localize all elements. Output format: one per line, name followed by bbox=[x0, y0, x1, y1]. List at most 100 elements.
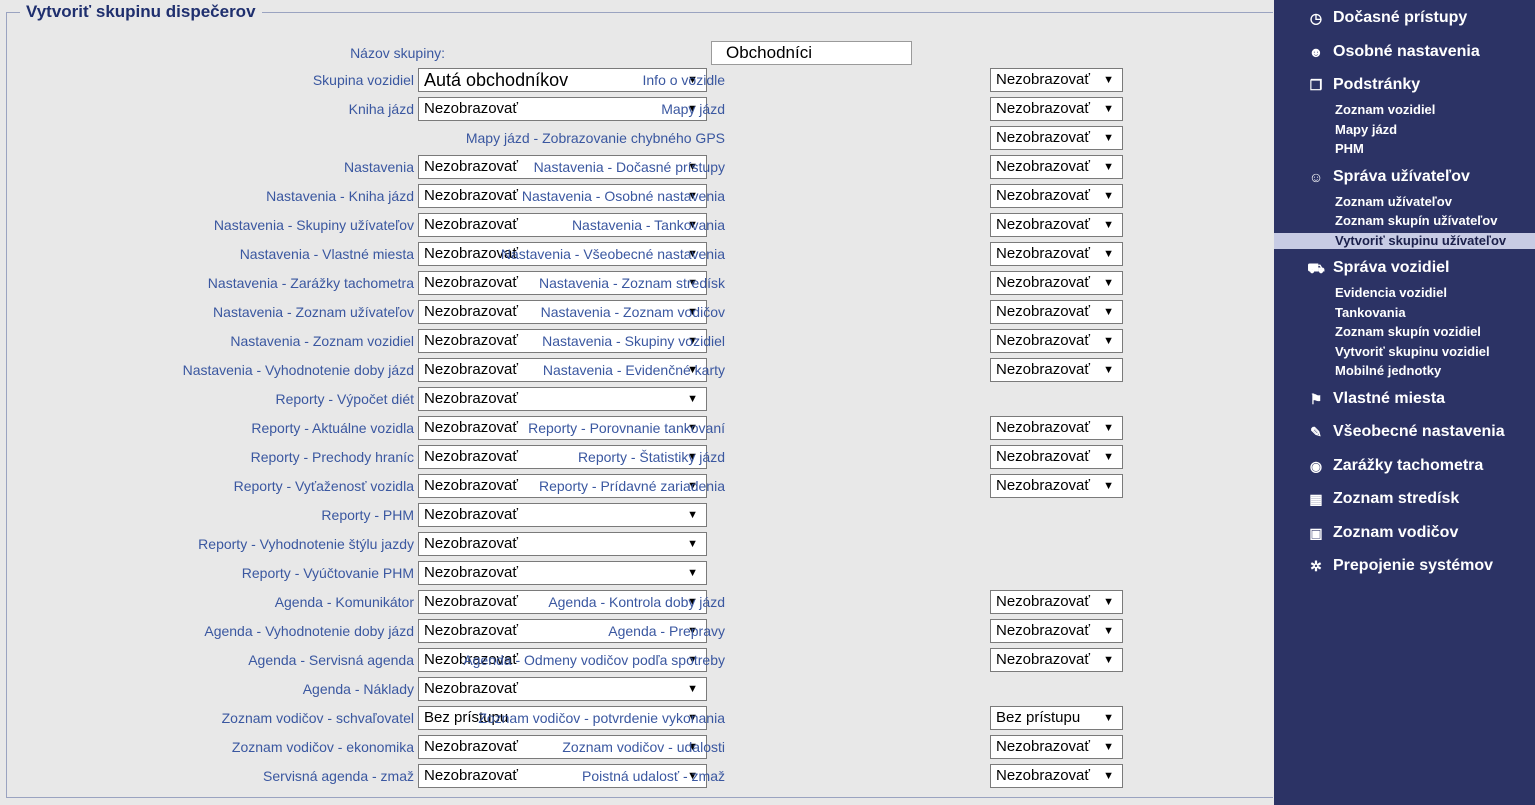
sidebar-subitem-mobilne-jednotky[interactable]: Mobilné jednotky bbox=[1335, 363, 1441, 379]
dropdown-arrow-icon: ▼ bbox=[1103, 451, 1114, 463]
select-value: Nezobrazovať bbox=[996, 622, 1091, 639]
select-zoznam-vodicov-udalosti[interactable]: Nezobrazovať ▼ bbox=[990, 735, 1123, 759]
label-zoznam-vodicov-ekonomika: Zoznam vodičov - ekonomika bbox=[231, 739, 414, 755]
sidebar-item-label: Zarážky tachometra bbox=[1333, 456, 1484, 474]
sidebar-subitem-zoznam-uzivatelov[interactable]: Zoznam užívateľov bbox=[1335, 194, 1452, 210]
label-nastavenia-evidencne-karty: Nastavenia - Evidenčné karty bbox=[542, 362, 725, 378]
select-value: Nezobrazovať bbox=[996, 158, 1091, 175]
label-zoznam-vodicov-potvrdenie-vykonania: Zoznam vodičov - potvrdenie vykonania bbox=[478, 710, 725, 726]
dropdown-arrow-icon: ▼ bbox=[687, 567, 698, 579]
select-value: Nezobrazovať bbox=[996, 651, 1091, 668]
label-mapy-jazd: Mapy jázd bbox=[661, 101, 725, 117]
dropdown-arrow-icon: ▼ bbox=[1103, 335, 1114, 347]
sidebar-subitem-evidencia-vozidiel[interactable]: Evidencia vozidiel bbox=[1335, 285, 1447, 301]
select-value: Nezobrazovať bbox=[996, 245, 1091, 262]
dropdown-arrow-icon: ▼ bbox=[1103, 596, 1114, 608]
select-value: Nezobrazovať bbox=[996, 216, 1091, 233]
sidebar-item-label: Všeobecné nastavenia bbox=[1333, 423, 1505, 440]
select-mapy-jazd[interactable]: Nezobrazovať ▼ bbox=[990, 97, 1123, 121]
select-reporty-pridavne-zariadenia[interactable]: Nezobrazovať ▼ bbox=[990, 474, 1123, 498]
flag-icon: ⚑ bbox=[1309, 390, 1323, 407]
select-nastavenia-docasne-pristupy[interactable]: Nezobrazovať ▼ bbox=[990, 155, 1123, 179]
dropdown-arrow-icon: ▼ bbox=[1103, 770, 1114, 782]
label-reporty-vypocet-diet: Reporty - Výpočet diét bbox=[275, 391, 414, 407]
select-reporty-phm[interactable]: Nezobrazovať ▼ bbox=[418, 503, 707, 527]
select-reporty-vyuctovanie-phm[interactable]: Nezobrazovať ▼ bbox=[418, 561, 707, 585]
label-kniha-jazd: Kniha jázd bbox=[348, 101, 414, 117]
select-nastavenia-vseobecne-nastavenia[interactable]: Nezobrazovať ▼ bbox=[990, 242, 1123, 266]
sidebar-subitem-zoznam-vozidiel[interactable]: Zoznam vozidiel bbox=[1335, 102, 1435, 118]
sidebar-item-label: Správa užívateľov bbox=[1333, 167, 1470, 185]
select-agenda-prepravy[interactable]: Nezobrazovať ▼ bbox=[990, 619, 1123, 643]
select-value: Nezobrazovať bbox=[424, 448, 519, 465]
users-icon: ☺ bbox=[1308, 168, 1324, 185]
select-zoznam-vodicov-potvrdenie-vykonania[interactable]: Bez prístupu ▼ bbox=[990, 706, 1123, 730]
sidebar-subitem-vytvorit-skupinu-uzivatelov[interactable]: Vytvoriť skupinu užívateľov bbox=[1274, 232, 1535, 249]
select-value: Nezobrazovať bbox=[424, 535, 519, 552]
select-value: Nezobrazovať bbox=[424, 390, 519, 407]
select-nastavenia-tankovania[interactable]: Nezobrazovať ▼ bbox=[990, 213, 1123, 237]
sidebar-item-sprava-vozidiel[interactable]: ⛟ Správa vozidiel bbox=[1307, 258, 1449, 278]
select-nastavenia-zoznam-stredisk[interactable]: Nezobrazovať ▼ bbox=[990, 271, 1123, 295]
dropdown-arrow-icon: ▼ bbox=[1103, 103, 1114, 115]
select-reporty-porovnanie-tankovani[interactable]: Nezobrazovať ▼ bbox=[990, 416, 1123, 440]
dropdown-arrow-icon: ▼ bbox=[1103, 161, 1114, 173]
sidebar-item-osobne-nastavenia[interactable]: ☻ Osobné nastavenia bbox=[1309, 42, 1480, 62]
sidebar-item-vlastne-miesta[interactable]: ⚑ Vlastné miesta bbox=[1310, 389, 1445, 409]
label-nastavenia-skupiny-uzivatelov: Nastavenia - Skupiny užívateľov bbox=[213, 217, 414, 233]
select-reporty-vypocet-diet[interactable]: Nezobrazovať ▼ bbox=[418, 387, 707, 411]
sidebar-item-zoznam-stredisk[interactable]: ▦ Zoznam stredísk bbox=[1309, 489, 1460, 509]
select-reporty-vyhodnotenie-stylu-jazdy[interactable]: Nezobrazovať ▼ bbox=[418, 532, 707, 556]
select-nastavenia-zoznam-vodicov[interactable]: Nezobrazovať ▼ bbox=[990, 300, 1123, 324]
select-poistna-udalost-zmaz[interactable]: Nezobrazovať ▼ bbox=[990, 764, 1123, 788]
sidebar-subitem-vytvorit-skupinu-vozidiel[interactable]: Vytvoriť skupinu vozidiel bbox=[1335, 344, 1490, 360]
sidebar-subitem-zoznam-skupin-uzivatelov[interactable]: Zoznam skupín užívateľov bbox=[1335, 213, 1497, 229]
label-nastavenia-zoznam-stredisk: Nastavenia - Zoznam stredísk bbox=[539, 275, 725, 291]
sidebar-item-label: Dočasné prístupy bbox=[1333, 9, 1468, 26]
sidebar-item-zoznam-vodicov[interactable]: ▣ Zoznam vodičov bbox=[1309, 523, 1458, 543]
sidebar-subitem-tankovania[interactable]: Tankovania bbox=[1335, 305, 1406, 321]
select-agenda-kontrola-doby-jazd[interactable]: Nezobrazovať ▼ bbox=[990, 590, 1123, 614]
select-value: Nezobrazovať bbox=[996, 274, 1091, 291]
dropdown-arrow-icon: ▼ bbox=[1103, 277, 1114, 289]
select-nastavenia-osobne-nastavenia[interactable]: Nezobrazovať ▼ bbox=[990, 184, 1123, 208]
select-nastavenia-evidencne-karty[interactable]: Nezobrazovať ▼ bbox=[990, 358, 1123, 382]
sidebar-item-prepojenie-systemov[interactable]: ✲ Prepojenie systémov bbox=[1310, 556, 1494, 576]
label-nastavenia-zarazky-tachometra: Nastavenia - Zarážky tachometra bbox=[207, 275, 414, 291]
label-agenda-prepravy: Agenda - Prepravy bbox=[608, 623, 725, 639]
sidebar-item-docasne-pristupy[interactable]: ◷ Dočasné prístupy bbox=[1310, 8, 1468, 28]
sidebar-item-label: Podstránky bbox=[1333, 76, 1421, 93]
label-reporty-vyuctovanie-phm: Reporty - Vyúčtovanie PHM bbox=[241, 565, 414, 581]
select-mapy-jazd-zobrazovanie-chybneho-gps[interactable]: Nezobrazovať ▼ bbox=[990, 126, 1123, 150]
sidebar-item-label: Zoznam stredísk bbox=[1333, 490, 1460, 507]
label-nastavenia-tankovania: Nastavenia - Tankovania bbox=[571, 217, 725, 233]
select-agenda-odmeny-vodicov-podla-spotreby[interactable]: Nezobrazovať ▼ bbox=[990, 648, 1123, 672]
sidebar-nav: ◷ Dočasné prístupy ☻ Osobné nastavenia ❐ Pods… bbox=[1274, 0, 1535, 805]
label-agenda-servisna-agenda: Agenda - Servisná agenda bbox=[248, 652, 414, 668]
select-agenda-naklady[interactable]: Nezobrazovať ▼ bbox=[418, 677, 707, 701]
select-reporty-statistiky-jazd[interactable]: Nezobrazovať ▼ bbox=[990, 445, 1123, 469]
sidebar-item-podstranky[interactable]: ❐ Podstránky bbox=[1310, 75, 1421, 95]
sidebar-item-zarazky-tachometra[interactable]: ◉ Zarážky tachometra bbox=[1310, 456, 1484, 476]
select-value: Nezobrazovať bbox=[424, 158, 519, 175]
label-nastavenia-skupiny-vozidiel: Nastavenia - Skupiny vozidiel bbox=[542, 333, 725, 349]
select-info-o-vozidle[interactable]: Nezobrazovať ▼ bbox=[990, 68, 1123, 92]
dropdown-arrow-icon: ▼ bbox=[687, 509, 698, 521]
sidebar-subitem-zoznam-skupin-vozidiel[interactable]: Zoznam skupín vozidiel bbox=[1335, 324, 1481, 340]
group-name-input[interactable]: Obchodníci bbox=[711, 41, 912, 65]
dropdown-arrow-icon: ▼ bbox=[1103, 74, 1114, 86]
select-value: Nezobrazovať bbox=[996, 419, 1091, 436]
select-nastavenia-skupiny-vozidiel[interactable]: Nezobrazovať ▼ bbox=[990, 329, 1123, 353]
select-value: Nezobrazovať bbox=[996, 303, 1091, 320]
select-value: Nezobrazovať bbox=[424, 303, 519, 320]
car-icon: ⛟ bbox=[1307, 260, 1325, 276]
sidebar-item-vseobecne-nastavenia[interactable]: ✎ Všeobecné nastavenia bbox=[1310, 422, 1505, 442]
sidebar-subitem-phm[interactable]: PHM bbox=[1335, 141, 1364, 157]
sidebar-item-sprava-uzivatelov[interactable]: ☺ Správa užívateľov bbox=[1309, 167, 1470, 187]
label-reporty-pridavne-zariadenia: Reporty - Prídavné zariadenia bbox=[539, 478, 725, 494]
label-info-o-vozidle: Info o vozidle bbox=[642, 72, 726, 88]
sidebar-subitem-mapy-jazd[interactable]: Mapy jázd bbox=[1335, 122, 1397, 138]
sidebar-item-label: Prepojenie systémov bbox=[1333, 557, 1494, 574]
label-reporty-vyhodnotenie-stylu-jazdy: Reporty - Vyhodnotenie štýlu jazdy bbox=[198, 536, 414, 552]
label-skupina-vozidiel: Skupina vozidiel bbox=[312, 72, 414, 88]
